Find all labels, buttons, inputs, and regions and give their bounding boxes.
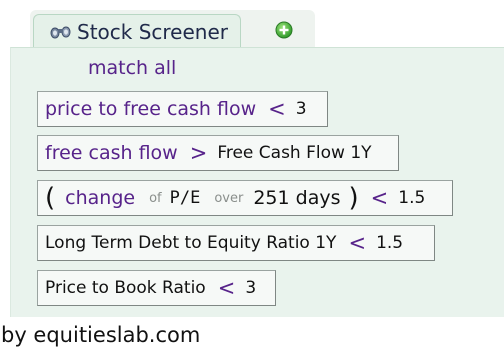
match-mode-selector[interactable]: match all [88, 57, 176, 79]
criterion-function[interactable]: change [65, 187, 135, 209]
criterion-value[interactable]: 1.5 [376, 233, 403, 253]
open-paren: ( [45, 183, 56, 213]
criterion-operator[interactable]: < [218, 276, 236, 300]
criterion-metric[interactable]: free cash flow [45, 142, 178, 164]
criterion-row[interactable]: Long Term Debt to Equity Ratio 1Y < 1.5 [37, 225, 435, 261]
criterion-row[interactable]: Price to Book Ratio < 3 [37, 270, 276, 306]
criterion-metric[interactable]: P/E [170, 188, 201, 208]
criterion-operator[interactable]: < [268, 97, 286, 121]
tab-title: Stock Screener [77, 19, 228, 44]
over-label: over [214, 190, 244, 206]
criterion-row[interactable]: ( change of P/E over 251 days ) < 1.5 [37, 180, 453, 216]
criterion-metric[interactable]: price to free cash flow [45, 98, 256, 120]
tab-stock-screener[interactable]: Stock Screener [33, 14, 241, 48]
criterion-value[interactable]: 1.5 [398, 188, 425, 208]
criterion-metric[interactable]: Long Term Debt to Equity Ratio 1Y [45, 233, 336, 253]
criterion-operator[interactable]: < [348, 231, 366, 255]
add-criterion-button[interactable] [275, 21, 293, 39]
close-paren: ) [348, 183, 359, 213]
criterion-operator[interactable]: < [371, 186, 389, 210]
footer-credit: by equitieslab.com [1, 323, 201, 347]
criterion-metric[interactable]: Price to Book Ratio [45, 278, 206, 298]
criterion-row[interactable]: price to free cash flow < 3 [37, 91, 328, 127]
criterion-row[interactable]: free cash flow > Free Cash Flow 1Y [37, 135, 399, 171]
binoculars-icon [50, 24, 72, 40]
criterion-value[interactable]: Free Cash Flow 1Y [217, 143, 371, 163]
plus-circle-icon [275, 21, 293, 39]
of-label: of [149, 190, 162, 206]
criterion-period[interactable]: 251 days [253, 187, 340, 209]
criterion-value[interactable]: 3 [245, 278, 256, 298]
criterion-value[interactable]: 3 [296, 99, 307, 119]
criterion-operator[interactable]: > [190, 141, 208, 165]
